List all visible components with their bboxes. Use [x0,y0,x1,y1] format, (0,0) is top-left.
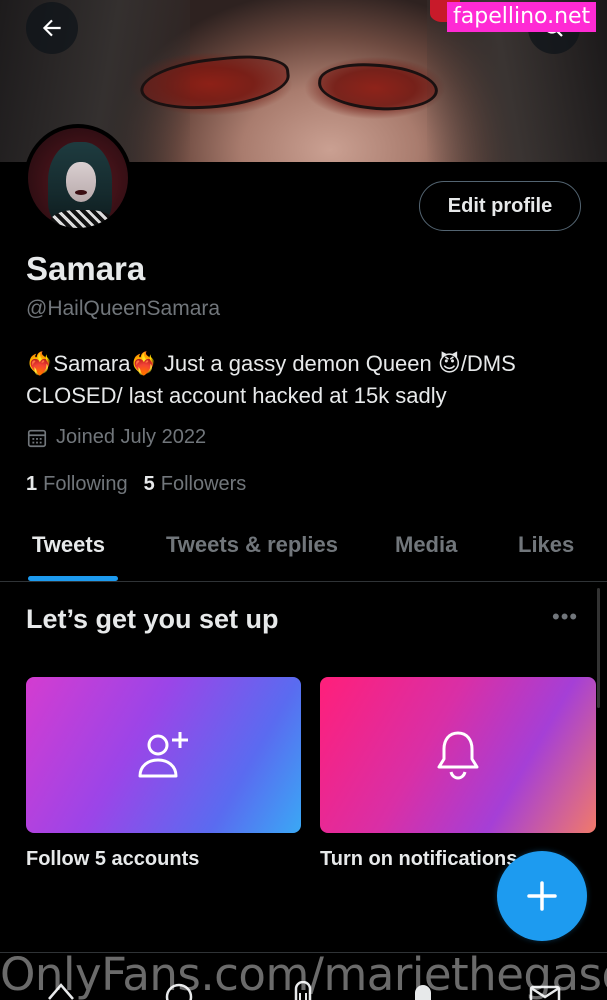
back-button[interactable] [26,2,78,54]
scrollbar[interactable] [597,588,600,708]
plus-icon [527,881,557,911]
setup-title: Let’s get you set up [26,604,279,634]
compose-tweet-button[interactable] [497,851,587,941]
banner-sunglass-right [316,59,440,115]
profile-handle: @HailQueenSamara [26,297,221,320]
watermark-bottom: OnlyFans.com/mariethegasqueen [0,948,607,1000]
profile-stats: 1 Following 5 Followers [26,473,262,496]
edit-profile-button[interactable]: Edit profile [419,181,581,231]
arrow-left-icon [42,19,61,37]
add-user-icon [138,732,188,778]
joined-date: Joined July 2022 [26,426,206,449]
followers-label: Followers [160,473,247,495]
profile-tabs: Tweets Tweets & replies Media Likes [0,520,607,582]
profile-bio: ❤️‍🔥Samara❤️‍🔥 Just a gassy demon Queen … [26,351,516,408]
tab-likes[interactable]: Likes [518,532,574,558]
following-label: Following [43,473,128,495]
more-options-button[interactable]: ••• [552,604,578,630]
followers-link[interactable]: 5 Followers [144,473,247,496]
avatar-face [66,162,96,202]
bell-icon [437,731,479,780]
calendar-icon [27,429,47,447]
notifications-card[interactable] [320,677,596,833]
following-count: 1 [26,473,38,495]
active-tab-indicator [28,576,118,581]
avatar-lips [75,190,87,195]
tab-tweets-and-replies[interactable]: Tweets & replies [166,532,338,558]
followers-count: 5 [143,473,155,495]
follow-accounts-card[interactable] [26,677,301,833]
avatar[interactable] [24,124,132,232]
tab-media[interactable]: Media [395,532,457,558]
avatar-top [50,210,114,228]
following-link[interactable]: 1 Following [26,473,128,496]
profile-name: Samara [26,250,146,287]
tab-tweets[interactable]: Tweets [32,532,105,558]
joined-label: Joined July 2022 [56,426,207,448]
notifications-label: Turn on notifications [320,848,518,870]
watermark-top: fapellino.net [447,2,597,32]
follow-accounts-label: Follow 5 accounts [26,848,200,870]
